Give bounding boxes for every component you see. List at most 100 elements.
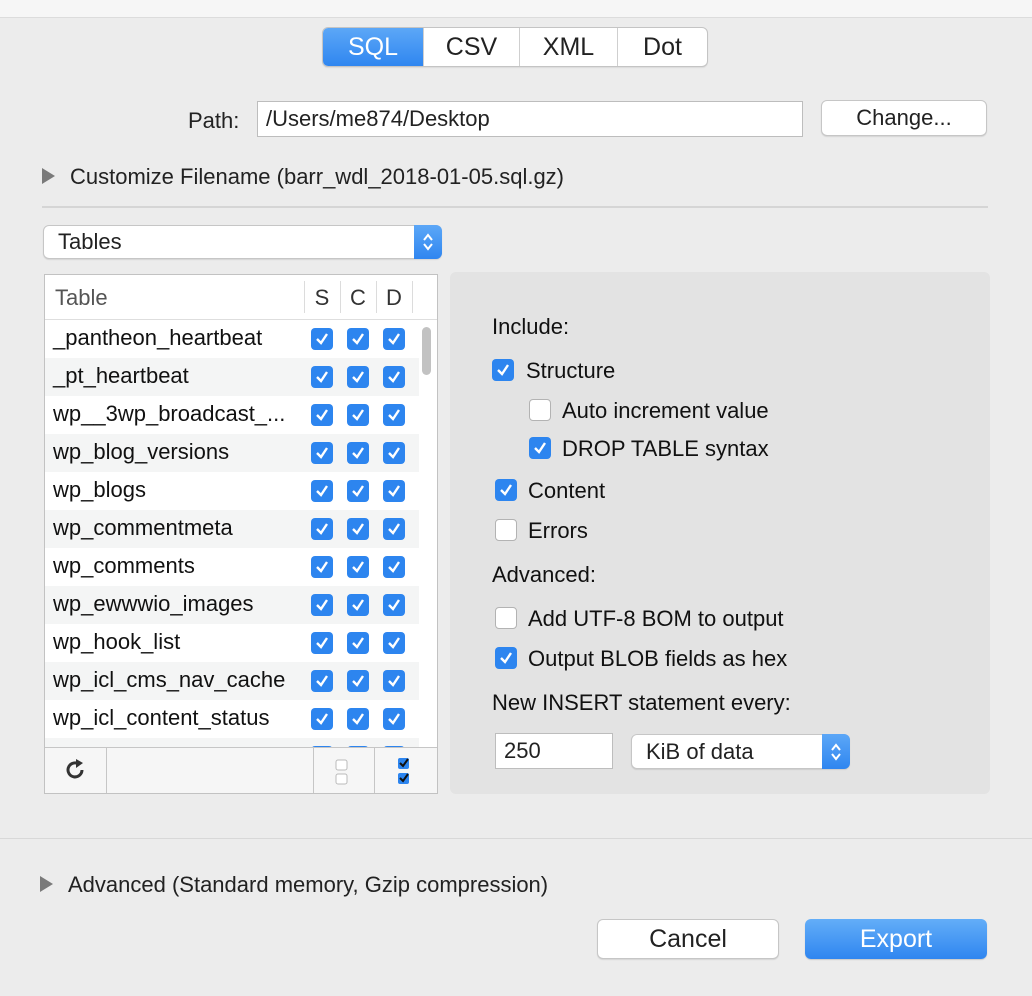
change-path-button[interactable]: Change...: [821, 100, 987, 136]
tab-dot[interactable]: Dot: [617, 28, 707, 66]
row-checkbox-c[interactable]: [347, 708, 369, 730]
column-header-drop[interactable]: D: [376, 285, 412, 311]
row-checkbox-d[interactable]: [383, 594, 405, 616]
insert-unit-popup[interactable]: KiB of data: [631, 734, 850, 769]
row-checkbox-c[interactable]: [347, 366, 369, 388]
row-checkbox-s[interactable]: [311, 594, 333, 616]
drop-table-checkbox[interactable]: [529, 437, 551, 459]
row-checkbox-d[interactable]: [383, 480, 405, 502]
content-checkbox[interactable]: [495, 479, 517, 501]
table-row[interactable]: wp_commentmeta: [45, 510, 419, 548]
row-checkbox-s[interactable]: [311, 366, 333, 388]
deselect-all-icon[interactable]: [335, 754, 349, 793]
row-checkbox-c[interactable]: [347, 670, 369, 692]
row-checkbox-s[interactable]: [311, 328, 333, 350]
row-checkbox-s[interactable]: [311, 442, 333, 464]
table-row[interactable]: wp_blog_versions: [45, 434, 419, 472]
table-row-name: wp__3wp_broadcast_...: [53, 401, 286, 426]
blob-hex-checkbox[interactable]: [495, 647, 517, 669]
row-checkbox-s[interactable]: [311, 670, 333, 692]
bottom-bar: [0, 838, 1032, 996]
row-checkbox-c[interactable]: [347, 594, 369, 616]
row-checkbox-d[interactable]: [383, 404, 405, 426]
popup-arrows-icon: [822, 734, 850, 769]
errors-checkbox[interactable]: [495, 519, 517, 541]
row-checkbox-d[interactable]: [383, 366, 405, 388]
row-checkbox-d[interactable]: [383, 556, 405, 578]
column-divider: [412, 281, 413, 313]
structure-label[interactable]: Structure: [526, 358, 615, 384]
table-row-name: wp_comments: [53, 553, 195, 578]
table-row[interactable]: wp__3wp_broadcast_...: [45, 396, 419, 434]
row-checkbox-c[interactable]: [347, 404, 369, 426]
row-checkbox-d[interactable]: [383, 328, 405, 350]
auto-increment-checkbox[interactable]: [529, 399, 551, 421]
tab-xml[interactable]: XML: [519, 28, 617, 66]
row-checkbox-d[interactable]: [383, 518, 405, 540]
tables-popup[interactable]: Tables: [43, 225, 442, 259]
window-top-strip: [0, 0, 1032, 18]
table-row[interactable]: wp_hook_list: [45, 624, 419, 662]
table-row[interactable]: wp_blogs: [45, 472, 419, 510]
row-checkbox-s[interactable]: [311, 632, 333, 654]
row-checkbox-d[interactable]: [383, 670, 405, 692]
utf8-bom-label[interactable]: Add UTF-8 BOM to output: [528, 606, 784, 632]
customize-filename-disclosure-icon[interactable]: [42, 168, 55, 184]
table-row[interactable]: wp_ewwwio_images: [45, 586, 419, 624]
row-checkbox-c[interactable]: [347, 632, 369, 654]
table-row[interactable]: wp_comments: [45, 548, 419, 586]
row-checkbox-c[interactable]: [347, 556, 369, 578]
blob-hex-label[interactable]: Output BLOB fields as hex: [528, 646, 787, 672]
drop-table-label[interactable]: DROP TABLE syntax: [562, 436, 769, 462]
row-checkbox-s[interactable]: [311, 480, 333, 502]
row-checkbox-s[interactable]: [311, 556, 333, 578]
insert-unit-label: KiB of data: [646, 738, 754, 764]
tab-sql[interactable]: SQL: [323, 28, 423, 66]
row-checkbox-s[interactable]: [311, 518, 333, 540]
table-row[interactable]: _pantheon_heartbeat: [45, 320, 419, 358]
row-checkbox-c[interactable]: [347, 518, 369, 540]
format-segmented-control: SQL CSV XML Dot: [322, 27, 708, 67]
cancel-button[interactable]: Cancel: [597, 919, 779, 959]
content-label[interactable]: Content: [528, 478, 605, 504]
column-header-table[interactable]: Table: [55, 285, 108, 311]
table-header: Table S C D: [45, 275, 437, 320]
row-checkbox-s[interactable]: [311, 404, 333, 426]
auto-increment-label[interactable]: Auto increment value: [562, 398, 769, 424]
path-field[interactable]: /Users/me874/Desktop: [257, 101, 803, 137]
export-button[interactable]: Export: [805, 919, 987, 959]
table-row[interactable]: wp_icl_content_status: [45, 700, 419, 738]
separator: [42, 206, 988, 208]
row-checkbox-c[interactable]: [347, 328, 369, 350]
customize-filename-label[interactable]: Customize Filename (barr_wdl_2018-01-05.…: [70, 164, 564, 190]
popup-arrows-icon: [414, 225, 442, 259]
table-row-name: wp_hook_list: [53, 629, 181, 654]
tables-list: Table S C D _pantheon_heartbeat _pt_heart…: [44, 274, 438, 794]
row-checkbox-c[interactable]: [347, 442, 369, 464]
advanced-label: Advanced:: [492, 562, 596, 587]
column-header-structure[interactable]: S: [304, 285, 340, 311]
table-row-name: _pantheon_heartbeat: [53, 325, 263, 350]
refresh-icon[interactable]: [63, 758, 87, 787]
structure-checkbox[interactable]: [492, 359, 514, 381]
table-footer: [45, 747, 437, 793]
row-checkbox-d[interactable]: [383, 632, 405, 654]
advanced-disclosure-icon[interactable]: [40, 876, 53, 892]
tab-csv[interactable]: CSV: [423, 28, 519, 66]
row-checkbox-c[interactable]: [347, 480, 369, 502]
select-all-icon[interactable]: [397, 754, 411, 793]
row-checkbox-d[interactable]: [383, 708, 405, 730]
scrollbar-thumb[interactable]: [422, 327, 431, 375]
table-row[interactable]: _pt_heartbeat: [45, 358, 419, 396]
column-header-content[interactable]: C: [340, 285, 376, 311]
insert-size-field[interactable]: 250: [495, 733, 613, 769]
row-checkbox-d[interactable]: [383, 442, 405, 464]
footer-divider: [313, 748, 314, 793]
table-row[interactable]: wp_icl_cms_nav_cache: [45, 662, 419, 700]
advanced-disclosure-label[interactable]: Advanced (Standard memory, Gzip compress…: [68, 872, 548, 898]
utf8-bom-checkbox[interactable]: [495, 607, 517, 629]
row-checkbox-s[interactable]: [311, 708, 333, 730]
footer-divider: [374, 748, 375, 793]
insert-every-label: New INSERT statement every:: [492, 690, 791, 715]
errors-label[interactable]: Errors: [528, 518, 588, 544]
